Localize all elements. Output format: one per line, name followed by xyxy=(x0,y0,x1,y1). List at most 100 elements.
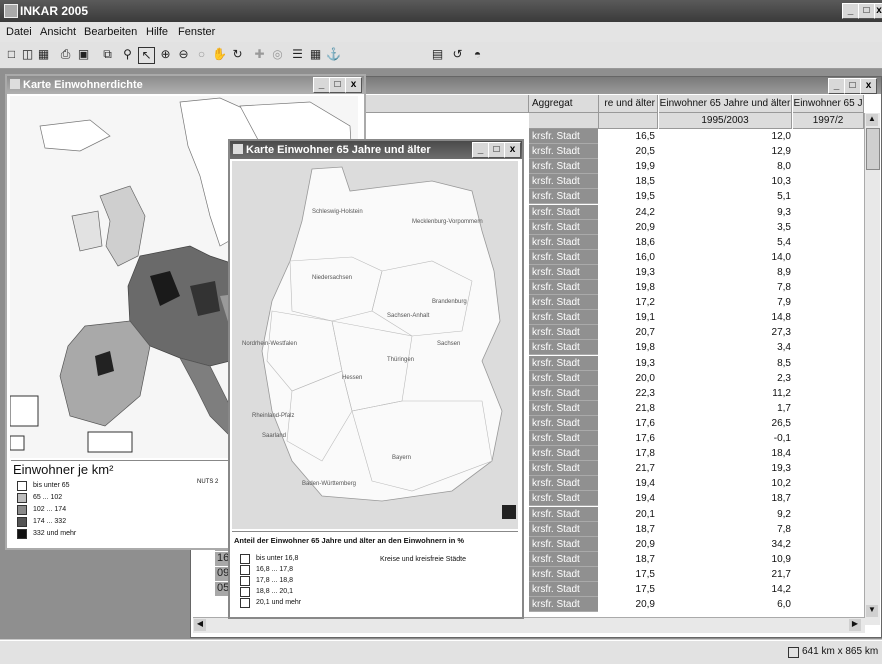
cell-value: 20,9 xyxy=(635,221,655,233)
state-label: Saarland xyxy=(262,433,287,439)
cell-aggregat: krsfr. Stadt xyxy=(529,355,598,371)
menu-ansicht[interactable]: Ansicht xyxy=(40,26,76,38)
cell-value: 19,4 xyxy=(635,478,655,490)
cell-value: 18,5 xyxy=(635,176,655,188)
cell-value: 18,6 xyxy=(635,236,655,248)
anchor-icon[interactable]: ⚓ xyxy=(326,47,341,62)
legend-label: 102 ... 174 xyxy=(33,506,67,513)
print-icon[interactable]: ⎙ xyxy=(58,47,73,62)
scroll-up-icon[interactable]: ▲ xyxy=(866,114,878,126)
cell-value: 22,3 xyxy=(635,387,655,399)
cell-value: 12,0 xyxy=(771,131,791,142)
legend-label: bis unter 65 xyxy=(33,482,70,489)
chart-icon[interactable]: ◓ xyxy=(470,47,485,62)
menu-bearbeiten[interactable]: Bearbeiten xyxy=(84,26,137,38)
cell-value: 18,7 xyxy=(635,553,655,565)
crosshair-icon[interactable]: ✚ xyxy=(252,47,267,62)
vertical-scrollbar[interactable]: ▲ ▼ xyxy=(864,113,880,625)
minimize-button[interactable]: _ xyxy=(842,3,859,19)
cell-aggregat: krsfr. Stadt xyxy=(529,491,598,507)
app-title-bar: INKAR 2005 _ □ x xyxy=(0,0,882,22)
germany-close-button[interactable]: x xyxy=(504,142,521,158)
copy-icon[interactable]: ⧉ xyxy=(100,47,115,62)
state-label: Nordrhein-Westfalen xyxy=(242,341,297,347)
table-close-button[interactable]: x xyxy=(860,78,877,94)
germany-window-title: Karte Einwohner 65 Jahre und älter xyxy=(246,144,431,156)
europe-close-button[interactable]: x xyxy=(345,77,362,93)
cell-value: 6,0 xyxy=(777,599,791,611)
cell-value: 10,9 xyxy=(771,553,791,565)
menu-hilfe[interactable]: Hilfe xyxy=(146,26,168,38)
header-col2[interactable]: Einwohner 65 Jahre und älter xyxy=(659,95,792,113)
menu-datei[interactable]: Datei xyxy=(6,26,32,38)
scroll-right-icon[interactable]: ▶ xyxy=(849,619,861,631)
germany-maximize-button[interactable]: □ xyxy=(488,142,505,158)
horizontal-scrollbar[interactable]: ◀ ▶ xyxy=(193,617,865,633)
app-icon xyxy=(4,4,18,18)
map-extent: 641 km x 865 km xyxy=(802,646,879,657)
cell-value: 17,8 xyxy=(635,448,655,460)
refresh-icon[interactable]: ↺ xyxy=(450,47,465,62)
cell-aggregat: krsfr. Stadt xyxy=(529,566,598,582)
header-aggregat[interactable]: Aggregat xyxy=(529,95,599,113)
cell-value: 14,0 xyxy=(771,251,791,263)
app-title: INKAR 2005 xyxy=(20,4,89,18)
cell-value: 26,5 xyxy=(771,417,791,429)
table-maximize-button[interactable]: □ xyxy=(844,78,861,94)
cell-value: 16,0 xyxy=(635,251,655,263)
cell-aggregat: krsfr. Stadt xyxy=(529,506,598,522)
cell-value: 2,3 xyxy=(777,372,791,384)
zoom-out-icon[interactable]: ⊖ xyxy=(176,47,191,62)
europe-minimize-button[interactable]: _ xyxy=(313,77,330,93)
menu-fenster[interactable]: Fenster xyxy=(178,26,215,38)
cell-aggregat: krsfr. Stadt xyxy=(529,370,598,386)
cell-value: 17,5 xyxy=(635,584,655,595)
window-icon[interactable]: ▤ xyxy=(430,47,445,62)
preview-icon[interactable]: ▣ xyxy=(76,47,91,62)
save-icon[interactable]: ▦ xyxy=(36,47,51,62)
new-icon[interactable]: □ xyxy=(4,47,19,62)
header-col3[interactable]: Einwohner 65 J xyxy=(793,95,864,113)
state-label: Bayern xyxy=(392,455,412,461)
info-icon[interactable]: ☰ xyxy=(290,47,305,62)
europe-window-title: Karte Einwohnerdichte xyxy=(23,79,143,91)
open-icon[interactable]: ◫ xyxy=(20,47,35,62)
legend-label: 17,8 ... 18,8 xyxy=(256,577,293,584)
scroll-left-icon[interactable]: ◀ xyxy=(194,619,206,631)
cell-value: 7,8 xyxy=(777,282,791,293)
legend-label: 174 ... 332 xyxy=(33,518,67,525)
zoom-icon[interactable]: ⚲ xyxy=(120,47,135,62)
cell-value: 3,5 xyxy=(777,221,791,233)
germany-legend: Anteil der Einwohner 65 Jahre und älter … xyxy=(232,531,518,614)
scroll-thumb[interactable] xyxy=(866,128,880,170)
zoom-in-icon[interactable]: ⊕ xyxy=(158,47,173,62)
restore-button[interactable]: □ xyxy=(858,3,875,19)
europe-maximize-button[interactable]: □ xyxy=(329,77,346,93)
scroll-down-icon[interactable]: ▼ xyxy=(866,605,878,617)
close-button[interactable]: x xyxy=(874,3,882,19)
state-label: Rheinland-Pfalz xyxy=(252,413,295,419)
target-icon[interactable]: ◎ xyxy=(270,47,285,62)
rotate-icon[interactable]: ↻ xyxy=(230,47,245,62)
cell-value: 21,7 xyxy=(771,568,791,580)
cell-value: 8,5 xyxy=(777,357,791,369)
state-label: Baden-Württemberg xyxy=(302,481,357,487)
cell-value: 17,5 xyxy=(635,568,655,580)
cell-aggregat: krsfr. Stadt xyxy=(529,521,598,537)
zoom-window-icon[interactable]: ○ xyxy=(194,47,209,62)
status-bar: 641 km x 865 km xyxy=(0,640,882,664)
table-minimize-button[interactable]: _ xyxy=(828,78,845,94)
pan-hand-icon[interactable]: ✋ xyxy=(212,47,227,62)
germany-window-titlebar[interactable]: Karte Einwohner 65 Jahre und älter _ □ x xyxy=(230,141,522,159)
cell-aggregat: krsfr. Stadt xyxy=(529,431,598,446)
cell-aggregat: krsfr. Stadt xyxy=(529,461,598,477)
legend-label: 20,1 und mehr xyxy=(256,599,302,606)
cell-aggregat: krsfr. Stadt xyxy=(529,325,598,341)
europe-window-titlebar[interactable]: Karte Einwohnerdichte _ □ x xyxy=(7,76,364,94)
cell-value: 1,7 xyxy=(777,402,791,414)
header-col1[interactable]: re und älter xyxy=(599,95,658,113)
germany-minimize-button[interactable]: _ xyxy=(472,142,489,158)
cell-value: 14,2 xyxy=(771,584,791,595)
select-arrow-icon[interactable]: ↖ xyxy=(138,47,155,64)
map-icon[interactable]: ▦ xyxy=(308,47,323,62)
